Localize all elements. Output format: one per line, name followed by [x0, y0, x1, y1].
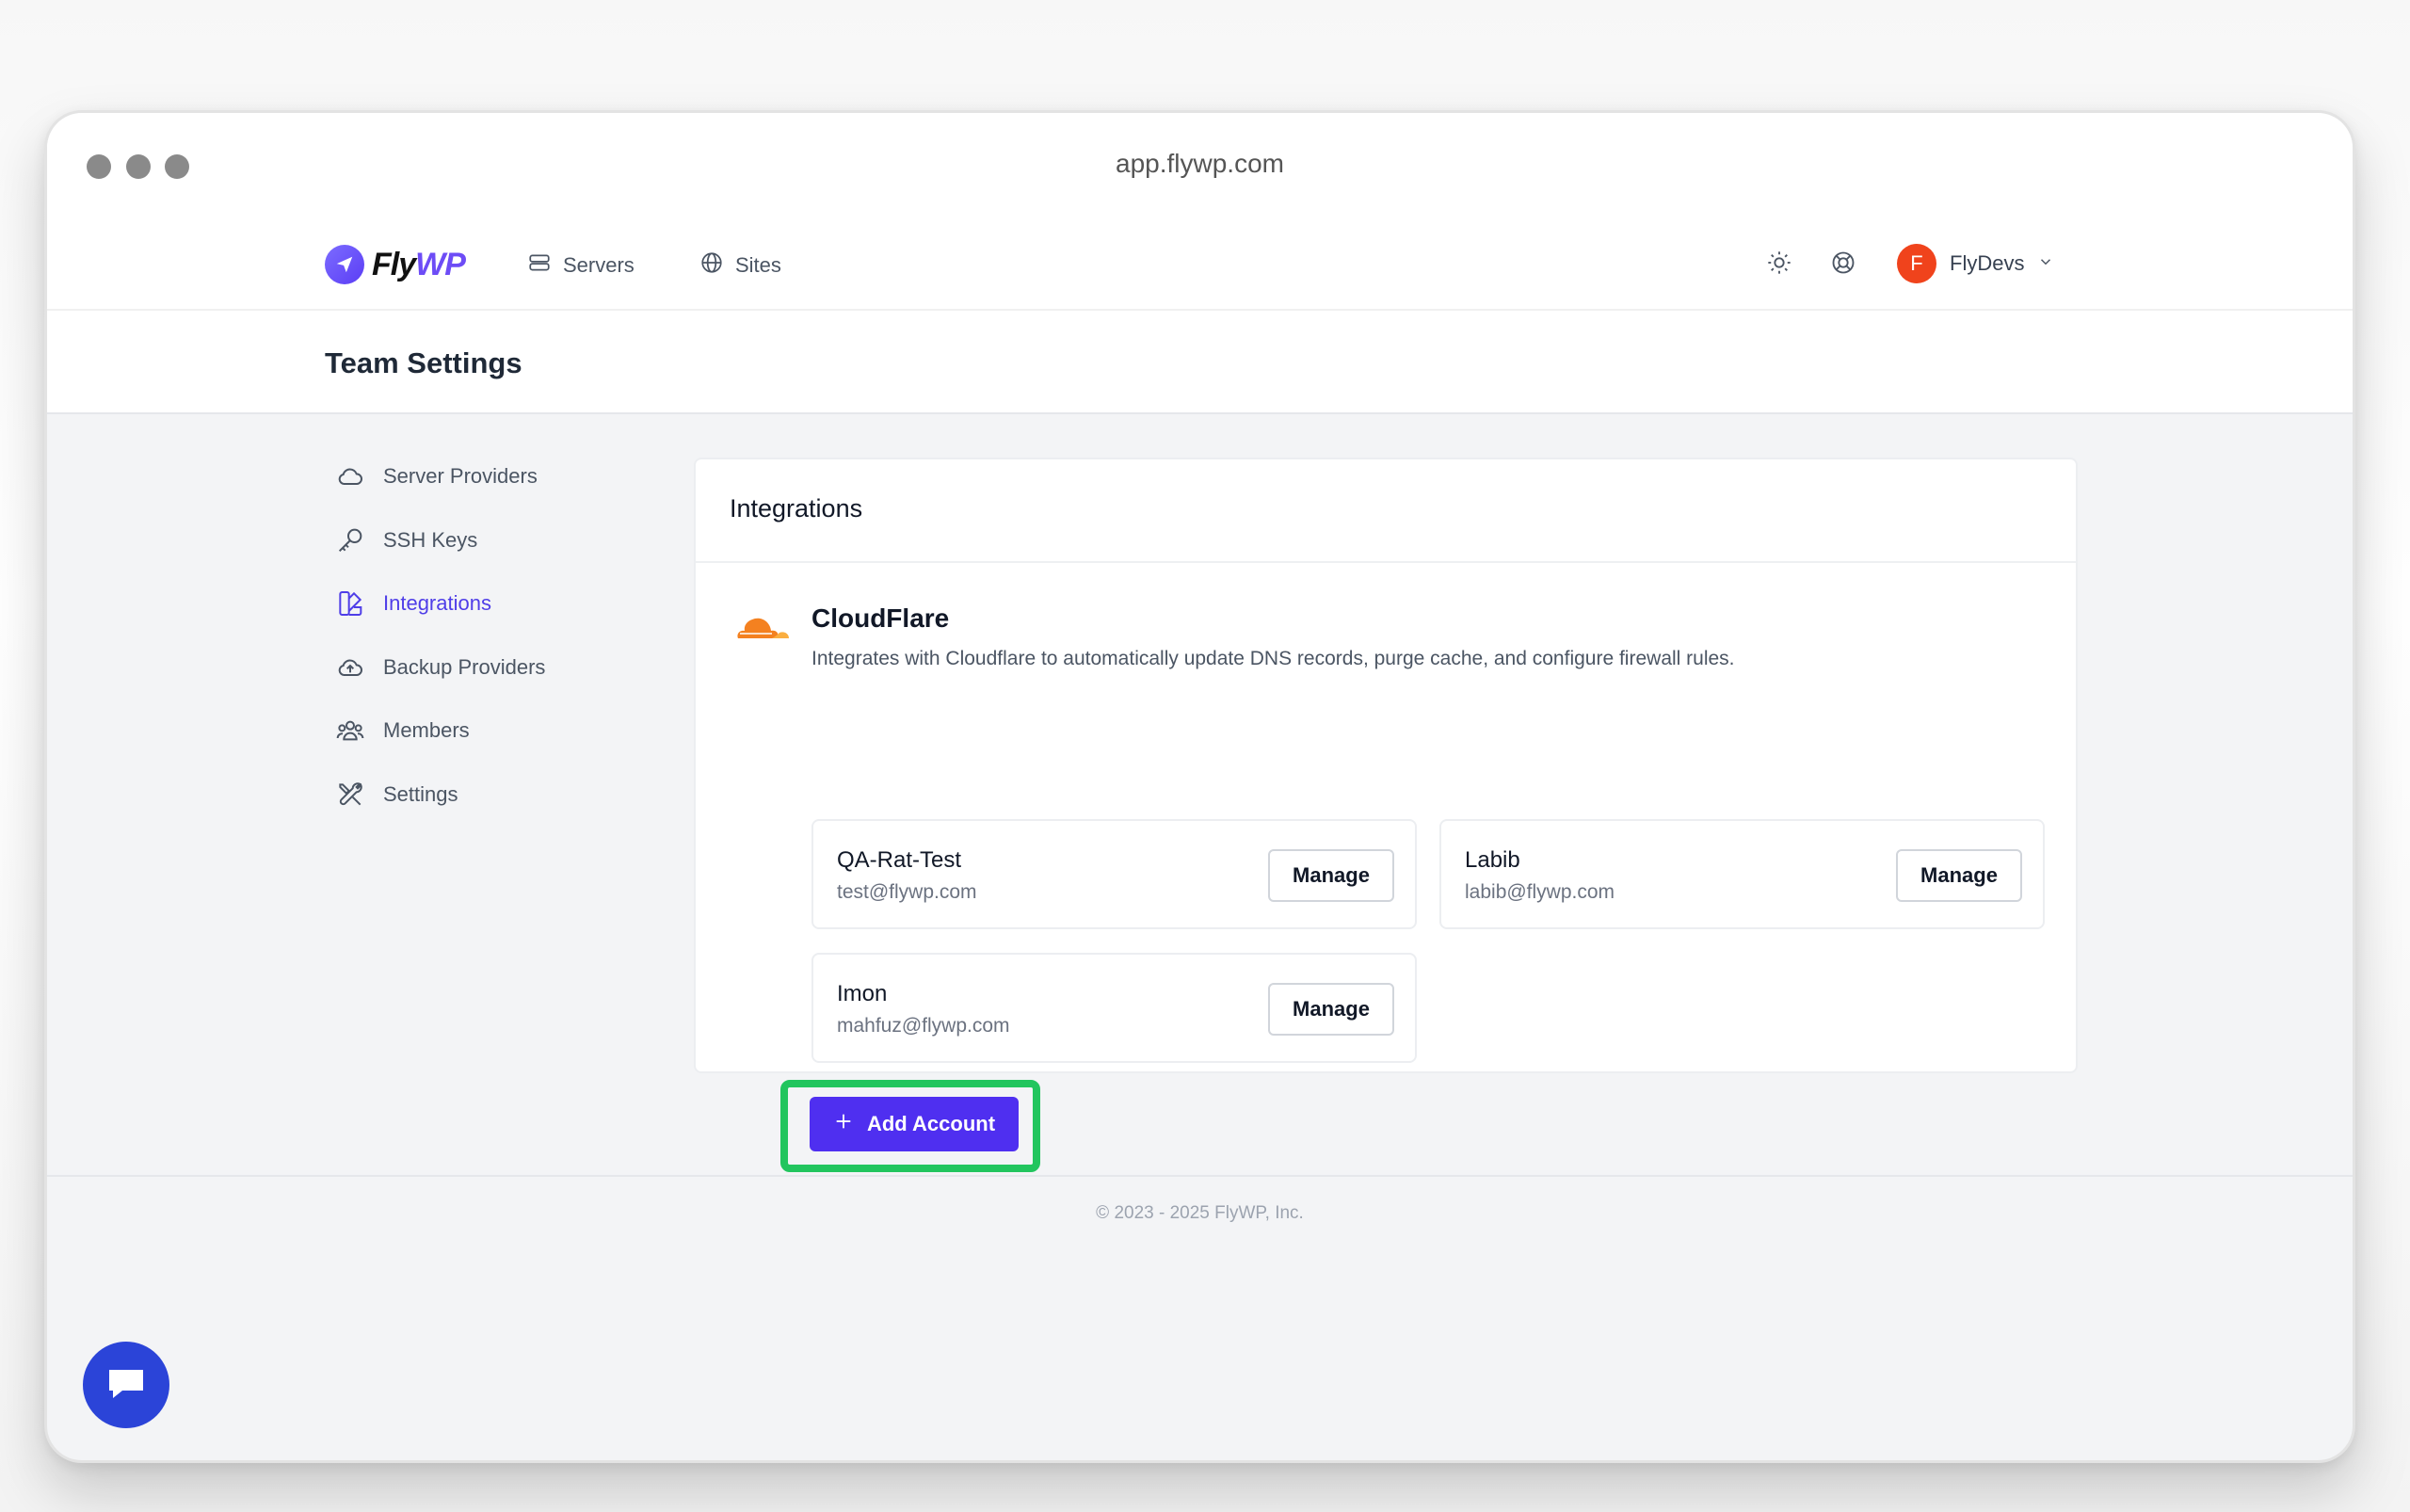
- help-button[interactable]: [1829, 250, 1857, 279]
- account-card: Labib labib@flywp.com Manage: [1439, 819, 2045, 929]
- footer-copyright: © 2023 - 2025 FlyWP, Inc.: [1096, 1203, 1304, 1223]
- account-card: QA-Rat-Test test@flywp.com Manage: [811, 819, 1417, 929]
- add-account-button[interactable]: Add Account: [810, 1097, 1019, 1151]
- cloudflare-description: Integrates with Cloudflare to automatica…: [811, 648, 1735, 669]
- integrations-icon: [334, 587, 366, 619]
- users-icon: [334, 715, 366, 747]
- manage-button[interactable]: Manage: [1268, 849, 1394, 902]
- settings-sidebar: Server Providers SSH Keys Integrations B…: [334, 459, 617, 841]
- sidebar-item-label: Backup Providers: [383, 654, 546, 679]
- avatar: F: [1897, 244, 1936, 283]
- browser-titlebar: app.flywp.com: [47, 113, 2353, 217]
- account-name: Labib: [1465, 847, 1520, 873]
- globe-icon: [699, 250, 724, 281]
- paper-plane-icon: [325, 245, 364, 284]
- integrations-card: Integrations CloudFlare Integrates with …: [694, 458, 2078, 1172]
- page-header: Team Settings: [47, 311, 2353, 414]
- top-navbar: FlyWP Servers Sites F FlyDevs: [47, 217, 2353, 311]
- flywp-logo[interactable]: FlyWP: [325, 245, 466, 284]
- account-email: labib@flywp.com: [1465, 881, 1615, 903]
- add-account-label: Add Account: [866, 1112, 996, 1135]
- logo-text: FlyWP: [372, 246, 466, 282]
- cloud-icon: [334, 460, 366, 492]
- account-name: Imon: [837, 981, 888, 1006]
- integrations-heading: Integrations: [696, 459, 2076, 563]
- account-email: test@flywp.com: [837, 881, 977, 903]
- sidebar-item-ssh-keys[interactable]: SSH Keys: [334, 523, 617, 557]
- sidebar-item-label: Server Providers: [383, 464, 538, 488]
- nav-sites[interactable]: Sites: [699, 250, 781, 281]
- chat-bubble-icon: [104, 1362, 149, 1408]
- nav-servers-label: Servers: [563, 253, 635, 277]
- manage-button[interactable]: Manage: [1268, 983, 1394, 1036]
- sidebar-item-label: SSH Keys: [383, 527, 478, 552]
- key-icon: [334, 524, 366, 556]
- sun-icon: [1766, 249, 1792, 281]
- page-title: Team Settings: [325, 346, 522, 379]
- sidebar-item-integrations[interactable]: Integrations: [334, 587, 617, 620]
- chevron-down-icon: [2037, 253, 2054, 275]
- cloud-upload-icon: [334, 651, 366, 684]
- sidebar-item-label: Members: [383, 718, 470, 742]
- manage-button[interactable]: Manage: [1896, 849, 2022, 902]
- server-icon: [527, 250, 552, 281]
- sidebar-item-server-providers[interactable]: Server Providers: [334, 459, 617, 493]
- cloudflare-logo-icon: [729, 610, 791, 647]
- browser-window: app.flywp.com FlyWP Servers Sites F FlyD…: [44, 110, 2355, 1463]
- footer-divider: [47, 1175, 2353, 1177]
- tools-icon: [334, 779, 366, 811]
- cloudflare-title: CloudFlare: [811, 603, 950, 633]
- plus-icon: [833, 1111, 854, 1137]
- nav-servers[interactable]: Servers: [527, 250, 635, 281]
- sidebar-item-members[interactable]: Members: [334, 714, 617, 748]
- account-card: Imon mahfuz@flywp.com Manage: [811, 953, 1417, 1063]
- sidebar-item-label: Integrations: [383, 591, 491, 615]
- nav-sites-label: Sites: [735, 253, 781, 277]
- sidebar-item-backup-providers[interactable]: Backup Providers: [334, 651, 617, 684]
- sidebar-item-label: Settings: [383, 781, 458, 806]
- account-name: QA-Rat-Test: [837, 847, 962, 873]
- lifebuoy-icon: [1830, 249, 1856, 281]
- address-bar-url[interactable]: app.flywp.com: [47, 149, 2353, 179]
- user-name: FlyDevs: [1950, 251, 2025, 275]
- sidebar-item-settings[interactable]: Settings: [334, 778, 617, 812]
- theme-toggle-button[interactable]: [1765, 250, 1793, 279]
- user-menu[interactable]: F FlyDevs: [1897, 244, 2054, 283]
- account-email: mahfuz@flywp.com: [837, 1015, 1010, 1037]
- chat-button[interactable]: [83, 1342, 169, 1428]
